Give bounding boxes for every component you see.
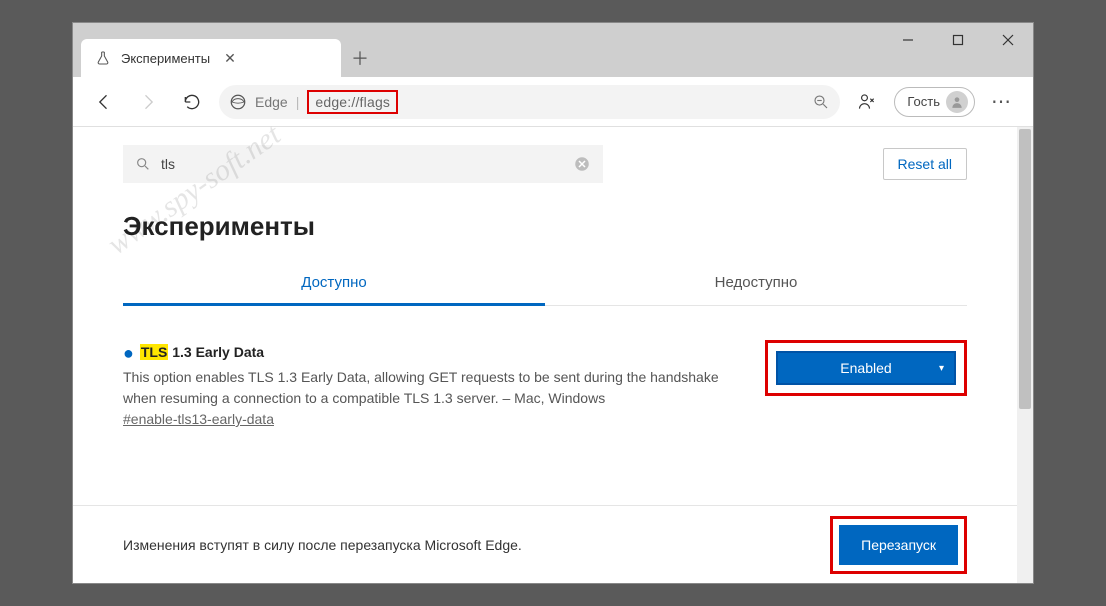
browser-window: Эксперименты ✕ ＋ Edge | edge://flags Гос…: [73, 23, 1033, 583]
flag-title-rest: 1.3 Early Data: [168, 344, 264, 360]
flag-text: ● TLS 1.3 Early Data This option enables …: [123, 340, 735, 430]
flask-icon: [95, 50, 111, 66]
flag-row: ● TLS 1.3 Early Data This option enables …: [123, 340, 967, 430]
search-input[interactable]: [161, 156, 563, 172]
flag-state-select[interactable]: Enabled ▾: [776, 351, 956, 385]
flag-title: ● TLS 1.3 Early Data: [123, 340, 735, 367]
search-icon: [135, 156, 151, 172]
url-box[interactable]: Edge | edge://flags: [219, 85, 840, 119]
flag-select-highlight: Enabled ▾: [765, 340, 967, 396]
reset-all-button[interactable]: Reset all: [883, 148, 967, 180]
zoom-icon[interactable]: [812, 93, 830, 111]
restart-footer: Изменения вступят в силу после перезапус…: [73, 505, 1017, 583]
profile-label: Гость: [907, 94, 940, 109]
new-tab-button[interactable]: ＋: [341, 39, 379, 77]
url-scheme-label: Edge: [255, 94, 288, 110]
maximize-button[interactable]: [933, 23, 983, 57]
tab-unavailable[interactable]: Недоступно: [545, 262, 967, 305]
flag-description: This option enables TLS 1.3 Early Data, …: [123, 367, 735, 409]
avatar-icon: [946, 91, 968, 113]
restart-highlight: Перезапуск: [830, 516, 967, 574]
back-button[interactable]: [87, 85, 121, 119]
tab-strip: Эксперименты ✕ ＋: [73, 23, 883, 77]
flag-state-value: Enabled: [840, 360, 891, 376]
search-box[interactable]: [123, 145, 603, 183]
collections-icon[interactable]: [850, 85, 884, 119]
tab-title: Эксперименты: [121, 51, 210, 66]
minimize-button[interactable]: [883, 23, 933, 57]
titlebar: Эксперименты ✕ ＋: [73, 23, 1033, 77]
more-menu-icon[interactable]: ⋯: [985, 89, 1019, 114]
clear-search-icon[interactable]: [573, 155, 591, 173]
vertical-scrollbar[interactable]: [1017, 127, 1033, 583]
page-title: Эксперименты: [123, 211, 967, 242]
flag-status-dot-icon: ●: [123, 343, 134, 363]
close-tab-icon[interactable]: ✕: [220, 46, 240, 71]
profile-button[interactable]: Гость: [894, 87, 975, 117]
flags-tabs: Доступно Недоступно: [123, 262, 967, 306]
url-separator: |: [296, 94, 300, 110]
scrollbar-thumb[interactable]: [1019, 129, 1031, 409]
footer-note: Изменения вступят в силу после перезапус…: [123, 537, 522, 553]
restart-button[interactable]: Перезапуск: [839, 525, 958, 565]
close-window-button[interactable]: [983, 23, 1033, 57]
forward-button[interactable]: [131, 85, 165, 119]
tab-available[interactable]: Доступно: [123, 262, 545, 306]
reload-button[interactable]: [175, 85, 209, 119]
address-bar: Edge | edge://flags Гость ⋯: [73, 77, 1033, 127]
window-controls: [883, 23, 1033, 57]
chevron-down-icon: ▾: [939, 363, 944, 374]
flag-anchor-link[interactable]: #enable-tls13-early-data: [123, 411, 274, 427]
edge-icon: [229, 93, 247, 111]
search-row: Reset all: [123, 145, 967, 183]
page-content: Reset all Эксперименты Доступно Недоступ…: [73, 127, 1033, 583]
tab-experiments[interactable]: Эксперименты ✕: [81, 39, 341, 77]
url-text: edge://flags: [307, 90, 398, 114]
flag-highlight: TLS: [140, 344, 168, 360]
